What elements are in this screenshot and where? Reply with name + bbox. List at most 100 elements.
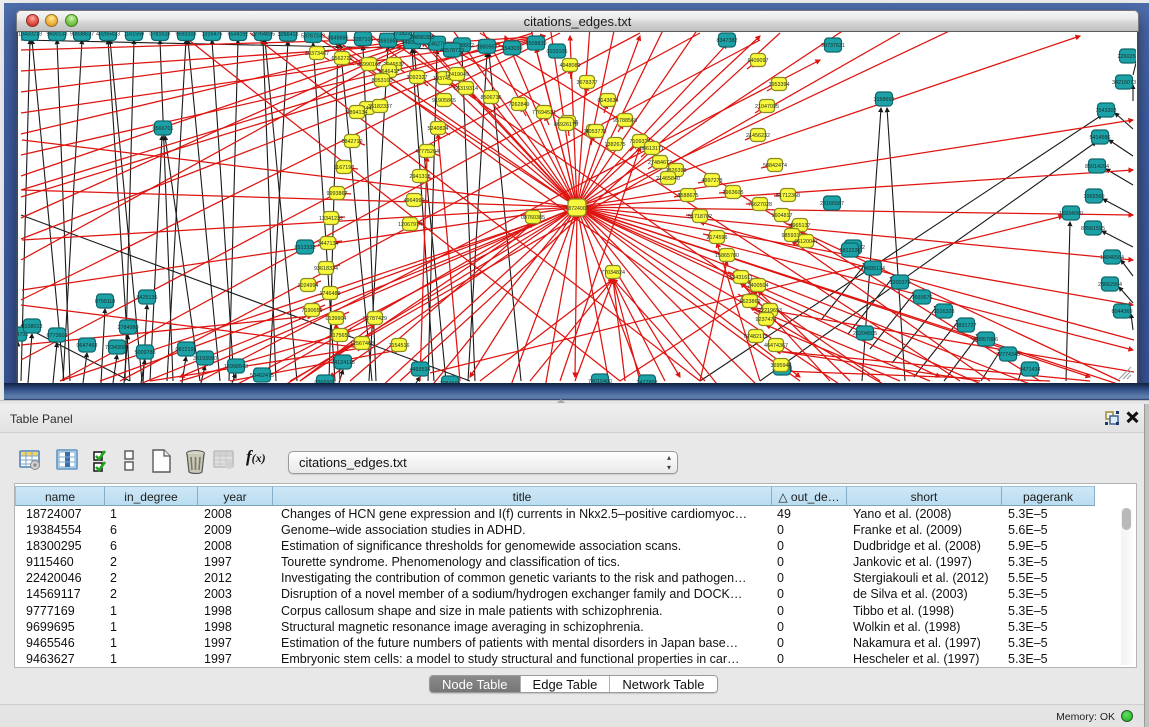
svg-text:91905865: 91905865 [432, 98, 456, 104]
svg-text:6562729: 6562729 [332, 56, 353, 62]
svg-text:14846564: 14846564 [1100, 255, 1124, 261]
svg-text:0143634: 0143634 [598, 98, 619, 104]
svg-text:3678377: 3678377 [577, 80, 598, 86]
svg-text:83561595: 83561595 [1081, 226, 1105, 232]
svg-text:6409097: 6409097 [748, 58, 769, 64]
svg-text:5812236: 5812236 [840, 248, 861, 254]
svg-text:0139904: 0139904 [326, 316, 347, 322]
svg-text:3287101: 3287101 [353, 37, 374, 43]
svg-text:4493534: 4493534 [410, 367, 431, 373]
svg-text:1316475: 1316475 [202, 32, 223, 38]
svg-text:08613171: 08613171 [640, 146, 664, 152]
svg-text:8053100: 8053100 [372, 78, 393, 84]
svg-text:7693676: 7693676 [912, 295, 933, 301]
svg-text:99737631: 99737631 [821, 43, 845, 49]
svg-text:36193990: 36193990 [193, 356, 217, 362]
svg-text:1161559: 1161559 [124, 32, 145, 38]
svg-text:58842474: 58842474 [763, 163, 787, 169]
svg-text:9993867: 9993867 [327, 191, 348, 197]
svg-text:3092327: 3092327 [407, 75, 428, 81]
svg-text:3158692: 3158692 [874, 97, 895, 103]
svg-text:23662994: 23662994 [1098, 282, 1122, 288]
svg-text:53767242: 53767242 [301, 34, 325, 40]
svg-text:89373467: 89373467 [305, 51, 329, 57]
svg-text:6566701: 6566701 [153, 126, 174, 132]
svg-text:77034824: 77034824 [601, 270, 625, 276]
svg-text:46120047: 46120047 [794, 239, 818, 245]
svg-text:26204505: 26204505 [853, 331, 877, 337]
svg-text:24896383: 24896383 [410, 35, 434, 41]
svg-text:76627028: 76627028 [748, 202, 772, 208]
svg-text:8108013: 8108013 [22, 324, 43, 330]
svg-text:4948083: 4948083 [560, 63, 581, 69]
svg-text:7190659: 7190659 [302, 308, 323, 314]
svg-text:1024994: 1024994 [298, 283, 319, 289]
svg-text:32764835: 32764835 [251, 32, 275, 38]
svg-text:46474367: 46474367 [764, 343, 788, 349]
svg-text:0781618: 0781618 [150, 32, 171, 38]
svg-text:9894134: 9894134 [347, 110, 368, 116]
svg-text:46578713: 46578713 [440, 48, 464, 54]
svg-text:2400504: 2400504 [748, 283, 769, 289]
svg-text:34216073: 34216073 [1112, 80, 1136, 86]
svg-text:3963605: 3963605 [723, 190, 744, 196]
svg-text:1965569: 1965569 [1084, 194, 1105, 200]
svg-text:06990162: 06990162 [357, 62, 381, 68]
svg-text:47775204: 47775204 [415, 149, 439, 155]
svg-text:2784980: 2784980 [118, 325, 139, 331]
svg-text:6773602: 6773602 [47, 333, 68, 339]
svg-text:15865780: 15865780 [715, 253, 739, 259]
svg-text:3471434: 3471434 [1020, 367, 1041, 373]
svg-text:0831727: 0831727 [956, 323, 977, 329]
svg-text:4964990: 4964990 [404, 198, 425, 204]
svg-text:5009788: 5009788 [135, 350, 156, 356]
svg-text:1167190: 1167190 [334, 165, 355, 171]
svg-text:3056413: 3056413 [278, 32, 299, 38]
svg-text:3447134: 3447134 [318, 241, 339, 247]
svg-text:53462475: 53462475 [250, 373, 274, 379]
svg-text:2880957: 2880957 [477, 45, 498, 51]
svg-text:8044369: 8044369 [1112, 309, 1133, 315]
svg-text:21047095: 21047095 [755, 104, 779, 110]
svg-text:0103105: 0103105 [547, 49, 568, 55]
svg-text:13431611: 13431611 [729, 275, 753, 281]
svg-text:66319314: 66319314 [454, 86, 478, 92]
svg-text:85014294: 85014294 [1085, 164, 1109, 170]
svg-text:35182337: 35182337 [368, 104, 392, 110]
svg-text:3695944: 3695944 [771, 363, 792, 369]
svg-text:10433218: 10433218 [18, 32, 42, 38]
svg-text:16998543: 16998543 [224, 364, 248, 370]
svg-text:3200379: 3200379 [890, 280, 911, 286]
svg-text:07482175: 07482175 [744, 334, 768, 340]
svg-text:12419049: 12419049 [445, 72, 469, 78]
svg-text:12567468: 12567468 [350, 341, 374, 347]
svg-text:8347382: 8347382 [717, 38, 738, 44]
svg-text:51712368: 51712368 [776, 193, 800, 199]
svg-text:5414586: 5414586 [1090, 135, 1111, 141]
svg-text:88957986: 88957986 [974, 337, 998, 343]
svg-text:12067974: 12067974 [398, 222, 422, 228]
svg-text:7543303: 7543303 [1096, 108, 1117, 114]
svg-text:8506716: 8506716 [481, 95, 502, 101]
svg-text:5534192: 5534192 [228, 32, 249, 38]
svg-text:86926179: 86926179 [554, 122, 578, 128]
svg-text:16934060: 16934060 [1059, 211, 1083, 217]
svg-text:0647468: 0647468 [77, 343, 98, 349]
svg-text:21465840: 21465840 [656, 176, 680, 182]
svg-text:93618324: 93618324 [314, 266, 338, 272]
svg-text:4997278: 4997278 [702, 178, 723, 184]
svg-text:02787429: 02787429 [363, 316, 387, 322]
svg-text:2941318: 2941318 [410, 174, 431, 180]
svg-text:8425135: 8425135 [137, 295, 158, 301]
svg-text:1746488: 1746488 [320, 291, 341, 297]
svg-text:6513338: 6513338 [295, 245, 316, 251]
svg-text:0799118: 0799118 [95, 299, 116, 305]
svg-text:0842710: 0842710 [342, 139, 363, 145]
svg-text:7154516: 7154516 [389, 343, 410, 349]
svg-text:9600133: 9600133 [47, 32, 68, 38]
svg-text:9593103: 9593103 [176, 32, 197, 38]
svg-text:14895134: 14895134 [861, 266, 885, 272]
svg-text:90838637: 90838637 [70, 32, 94, 38]
svg-text:72343098: 72343098 [105, 345, 129, 351]
svg-text:9237474: 9237474 [756, 317, 777, 323]
